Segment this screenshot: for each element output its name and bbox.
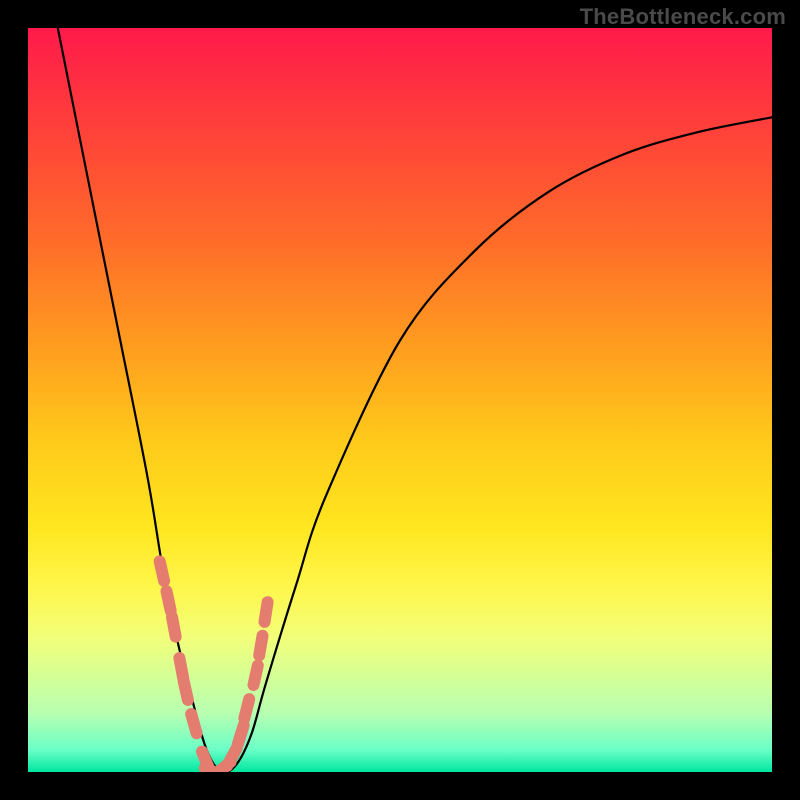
watermark-text: TheBottleneck.com [580, 4, 786, 30]
curve-layer [28, 28, 772, 772]
curve-marker [244, 699, 249, 718]
curve-marker [184, 680, 188, 700]
bottleneck-curve [58, 28, 772, 772]
curve-marker [238, 725, 244, 744]
curve-marker [160, 561, 164, 581]
curve-marker [254, 666, 258, 686]
curve-marker [227, 748, 236, 766]
curve-marker [172, 617, 176, 637]
curve-marker [191, 714, 196, 733]
curve-marker [259, 636, 262, 656]
plot-area [28, 28, 772, 772]
bottleneck-curve-group [58, 28, 772, 772]
curve-marker [167, 591, 171, 611]
marker-group [160, 561, 268, 772]
curve-marker [265, 602, 268, 622]
chart-frame: TheBottleneck.com [0, 0, 800, 800]
